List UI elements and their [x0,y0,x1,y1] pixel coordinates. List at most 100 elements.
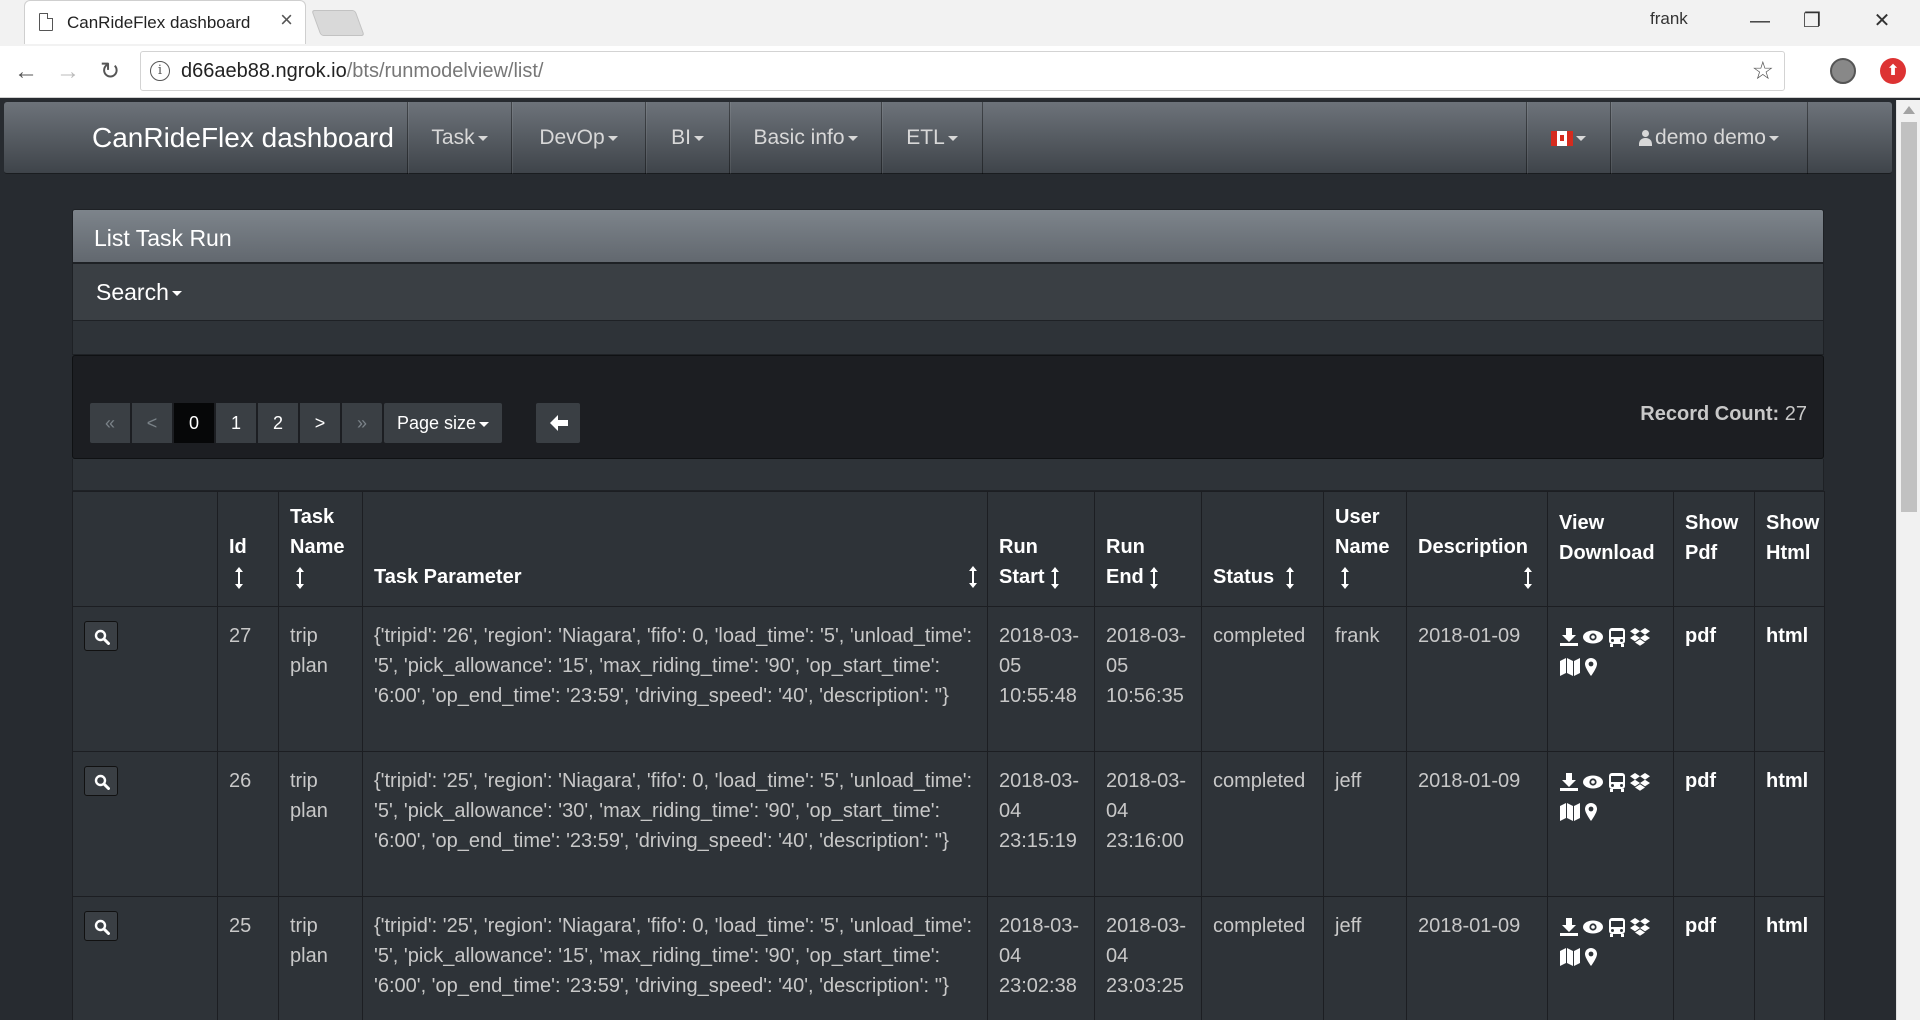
scroll-thumb[interactable] [1901,122,1917,512]
sort-icon [1149,566,1158,589]
cell-show-html[interactable]: html [1754,896,1825,1020]
bookmark-star-icon[interactable]: ☆ [1752,56,1774,86]
cell-user-name: jeff [1323,751,1407,897]
sort-icon [1524,566,1532,589]
last-page-button[interactable]: » [341,402,383,444]
url-host: d66aeb88.ngrok.io [181,60,347,82]
eye-icon[interactable] [1582,772,1604,792]
nav-task[interactable]: Task [407,102,511,174]
nav-etl[interactable]: ETL [881,102,983,174]
cell-show-pdf[interactable]: pdf [1673,606,1755,752]
view-detail-button[interactable] [84,766,118,796]
sort-icon [1341,566,1349,589]
map-icon[interactable] [1559,802,1581,822]
pagination-bar: « < 0 1 2 > » Page size Record Count: 27 [72,355,1824,459]
search-icon [94,919,110,935]
scroll-up-arrow-icon[interactable] [1903,106,1915,114]
profile-name[interactable]: frank [1650,9,1688,29]
map-marker-icon[interactable] [1584,802,1598,822]
eye-icon[interactable] [1582,627,1604,647]
eye-icon[interactable] [1582,917,1604,937]
nav-basic-info[interactable]: Basic info [729,102,881,174]
language-menu[interactable] [1526,102,1610,174]
url-text[interactable]: d66aeb88.ngrok.io/bts/runmodelview/list/ [181,60,543,83]
address-bar[interactable]: i d66aeb88.ngrok.io/bts/runmodelview/lis… [140,51,1785,91]
cell-task-parameter: {'tripid': '26', 'region': 'Niagara', 'f… [362,606,988,752]
dropbox-icon[interactable] [1630,917,1650,937]
header-description[interactable]: Description [1406,491,1548,607]
cell-show-html[interactable]: html [1754,751,1825,897]
map-icon[interactable] [1559,947,1581,967]
cell-show-pdf[interactable]: pdf [1673,896,1755,1020]
download-icon[interactable] [1559,917,1579,937]
map-marker-icon[interactable] [1584,947,1598,967]
site-info-icon[interactable]: i [150,61,170,81]
update-extension-icon[interactable]: ⬆ [1880,58,1906,84]
minimize-icon[interactable]: — [1740,4,1780,38]
page-scrollbar[interactable] [1896,100,1920,1020]
caret-down-icon [693,135,704,141]
first-page-button[interactable]: « [89,402,131,444]
header-user-name[interactable]: User Name [1323,491,1407,607]
cell-id: 27 [217,606,279,752]
cell-run-start: 2018-03-05 10:55:48 [987,606,1095,752]
next-page-button[interactable]: > [299,402,341,444]
bus-icon[interactable] [1607,772,1627,792]
cell-task-name: trip plan [278,751,363,897]
table-row: 27 trip plan {'tripid': '26', 'region': … [72,606,1825,752]
maximize-icon[interactable]: ❐ [1792,4,1832,38]
caret-down-icon [607,135,618,141]
nav-devop[interactable]: DevOp [511,102,645,174]
user-menu[interactable]: demo demo [1610,102,1808,174]
header-run-start[interactable]: Run Start [987,491,1095,607]
header-id[interactable]: Id [217,491,279,607]
new-tab-button[interactable] [311,10,365,36]
page-button-0[interactable]: 0 [173,402,215,444]
search-icon [94,629,110,645]
header-run-end[interactable]: Run End [1094,491,1202,607]
map-marker-icon[interactable] [1584,657,1598,677]
arrow-left-icon [550,415,568,431]
browser-tab[interactable]: CanRideFlex dashboard × [24,0,306,44]
table-row: 26 trip plan {'tripid': '25', 'region': … [72,751,1825,897]
view-detail-button[interactable] [84,621,118,651]
cell-show-pdf[interactable]: pdf [1673,751,1755,897]
back-button[interactable] [535,402,581,444]
page-button-1[interactable]: 1 [215,402,257,444]
bus-icon[interactable] [1607,917,1627,937]
extension-icon[interactable] [1830,58,1856,84]
view-detail-button[interactable] [84,911,118,941]
page-button-2[interactable]: 2 [257,402,299,444]
caret-down-icon [1576,135,1586,141]
search-toggle[interactable]: Search [72,263,1824,321]
header-task-name[interactable]: Task Name [278,491,363,607]
page-size-dropdown[interactable]: Page size [383,402,503,444]
dropbox-icon[interactable] [1630,772,1650,792]
header-status[interactable]: Status [1201,491,1324,607]
window-close-icon[interactable]: ✕ [1862,4,1902,38]
back-arrow-icon[interactable]: ← [10,56,42,88]
header-task-parameter[interactable]: Task Parameter [362,491,988,607]
browser-toolbar: ← → ↻ i d66aeb88.ngrok.io/bts/runmodelvi… [0,46,1920,98]
table-spacer [72,459,1824,491]
user-icon [1639,130,1653,147]
download-icon[interactable] [1559,627,1579,647]
nav-bi[interactable]: BI [645,102,729,174]
search-icon [94,774,110,790]
download-icon[interactable] [1559,772,1579,792]
prev-page-button[interactable]: < [131,402,173,444]
forward-arrow-icon[interactable]: → [52,56,84,88]
record-count: Record Count: 27 [1640,403,1807,425]
cell-description: 2018-01-09 [1406,896,1548,1020]
cell-show-html[interactable]: html [1754,606,1825,752]
cell-run-start: 2018-03-04 23:02:38 [987,896,1095,1020]
reload-icon[interactable]: ↻ [94,56,126,88]
bus-icon[interactable] [1607,627,1627,647]
map-icon[interactable] [1559,657,1581,677]
sort-icon [969,566,977,588]
tab-close-icon[interactable]: × [280,9,293,31]
brand-title[interactable]: CanRideFlex dashboard [92,122,394,154]
caret-down-icon [1768,135,1779,141]
dropbox-icon[interactable] [1630,627,1650,647]
caret-down-icon [847,135,858,141]
